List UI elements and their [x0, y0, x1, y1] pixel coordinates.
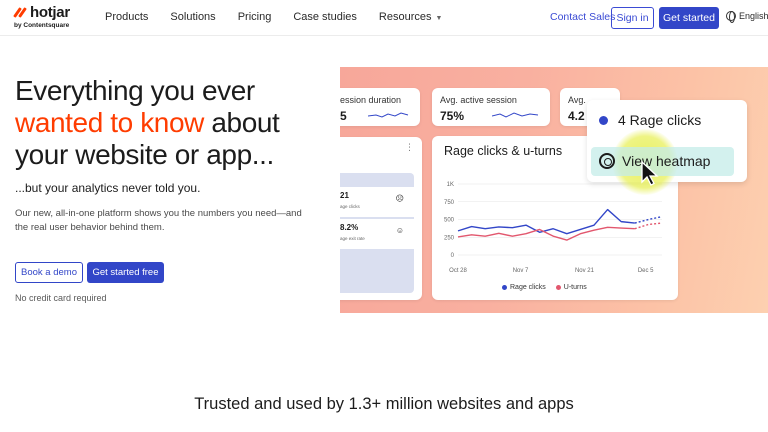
nav-item-pricing[interactable]: Pricing: [238, 11, 272, 23]
heatmap-icon: [599, 153, 615, 169]
globe-icon: [726, 11, 736, 23]
stat-value: 75%: [440, 109, 465, 123]
book-demo-button[interactable]: Book a demo: [15, 262, 83, 283]
chevron-down-icon: ▼: [435, 15, 443, 22]
sparkline: [492, 112, 539, 118]
brand-byline: by Contentsquare: [14, 22, 70, 29]
get-started-free-button[interactable]: Get started free: [87, 262, 164, 283]
sign-in-button[interactable]: Sign in: [611, 7, 654, 29]
y-tick-label: 750: [444, 200, 455, 206]
main-menu: Products Solutions Pricing Case studies …: [105, 11, 486, 23]
list-item-label: age clicks: [340, 204, 360, 209]
legend-item-rage-clicks: Rage clicks: [502, 284, 546, 291]
dashboard-illustration: ession duration 5 Avg. active session 75…: [340, 67, 768, 313]
x-tick-label: Dec 5: [638, 268, 654, 274]
list-item-value: 21: [340, 191, 349, 200]
view-heatmap-button[interactable]: View heatmap: [591, 147, 734, 176]
get-started-button[interactable]: Get started: [659, 7, 719, 29]
no-credit-card-note: No credit card required: [15, 293, 107, 303]
hero-line-2-rest: about: [203, 107, 280, 138]
brand-name: hotjar: [30, 4, 70, 21]
language-selector[interactable]: English: [726, 11, 768, 23]
list-item-label: age exit rate: [340, 236, 365, 241]
chart-legend: Rage clicks U-turns: [502, 284, 587, 291]
top-navigation: hotjar by Contentsquare Products Solutio…: [0, 0, 768, 36]
emoji-neutral-icon: ☺: [395, 226, 404, 235]
side-panel-list: 21 age clicks ☹ 8.2% age exit rate ☺: [340, 173, 414, 293]
language-label: English: [739, 11, 768, 21]
stat-value: 4.2: [568, 109, 585, 123]
nav-item-resources[interactable]: Resources ▼: [379, 11, 465, 23]
nav-item-case-studies[interactable]: Case studies: [293, 11, 357, 23]
hero-line-3: your website or app...: [15, 139, 274, 170]
hotjar-logo-icon: [13, 6, 27, 19]
mouse-pointer-icon: [641, 161, 659, 186]
legend-item-u-turns: U-turns: [555, 284, 587, 291]
hero-accent-text: wanted to know: [15, 107, 204, 138]
stat-value: 5: [340, 109, 347, 123]
x-tick-label: Nov 7: [513, 268, 529, 274]
popup-overlay: View heatmap: [587, 100, 747, 182]
trusted-by-heading: Trusted and used by 1.3+ million website…: [194, 395, 574, 413]
stat-card-active-session: Avg. active session 75%: [432, 88, 550, 126]
emoji-angry-icon: ☹: [395, 194, 404, 203]
stat-label: Avg.: [568, 95, 586, 105]
legend-label: U-turns: [563, 284, 587, 291]
x-tick-label: Oct 28: [449, 268, 467, 274]
side-panel-card: ⋮ 21 age clicks ☹ 8.2% age exit rate ☺: [340, 137, 422, 300]
x-tick-label: Nov 21: [575, 268, 595, 274]
y-tick-label: 1K: [447, 182, 454, 188]
sparkline: [368, 112, 409, 118]
contact-sales-link[interactable]: Contact Sales: [550, 11, 615, 23]
list-item: 8.2% age exit rate ☺: [340, 219, 414, 249]
legend-swatch: [555, 284, 561, 290]
hero-line-1: Everything you ever: [15, 75, 255, 106]
u-turns-projection: [634, 222, 663, 230]
nav-item-solutions[interactable]: Solutions: [170, 11, 215, 23]
stat-card-session-duration: ession duration 5: [340, 88, 420, 126]
hotjar-logo[interactable]: hotjar by Contentsquare: [13, 4, 70, 29]
stat-label: Avg. active session: [440, 95, 517, 105]
view-heatmap-label: View heatmap: [622, 153, 711, 169]
more-options-icon[interactable]: ⋮: [405, 143, 414, 152]
y-tick-label: 250: [444, 235, 455, 241]
hero-description: Our new, all-in-one platform shows you t…: [15, 208, 302, 233]
list-item-value: 8.2%: [340, 223, 359, 232]
y-tick-label: 0: [451, 253, 455, 259]
rage-clicks-line: [457, 208, 635, 235]
hero-subheading: ...but your analytics never told you.: [15, 181, 201, 195]
list-item: 21 age clicks ☹: [340, 187, 414, 217]
rage-clicks-projection: [634, 215, 663, 224]
legend-swatch: [502, 284, 507, 290]
nav-item-resources-label: Resources: [378, 11, 432, 23]
y-tick-label: 500: [444, 218, 455, 224]
stat-label: ession duration: [340, 95, 402, 105]
hero-heading: Everything you ever wanted to know about…: [15, 75, 335, 171]
legend-label: Rage clicks: [510, 284, 546, 291]
nav-item-products[interactable]: Products: [105, 11, 148, 23]
